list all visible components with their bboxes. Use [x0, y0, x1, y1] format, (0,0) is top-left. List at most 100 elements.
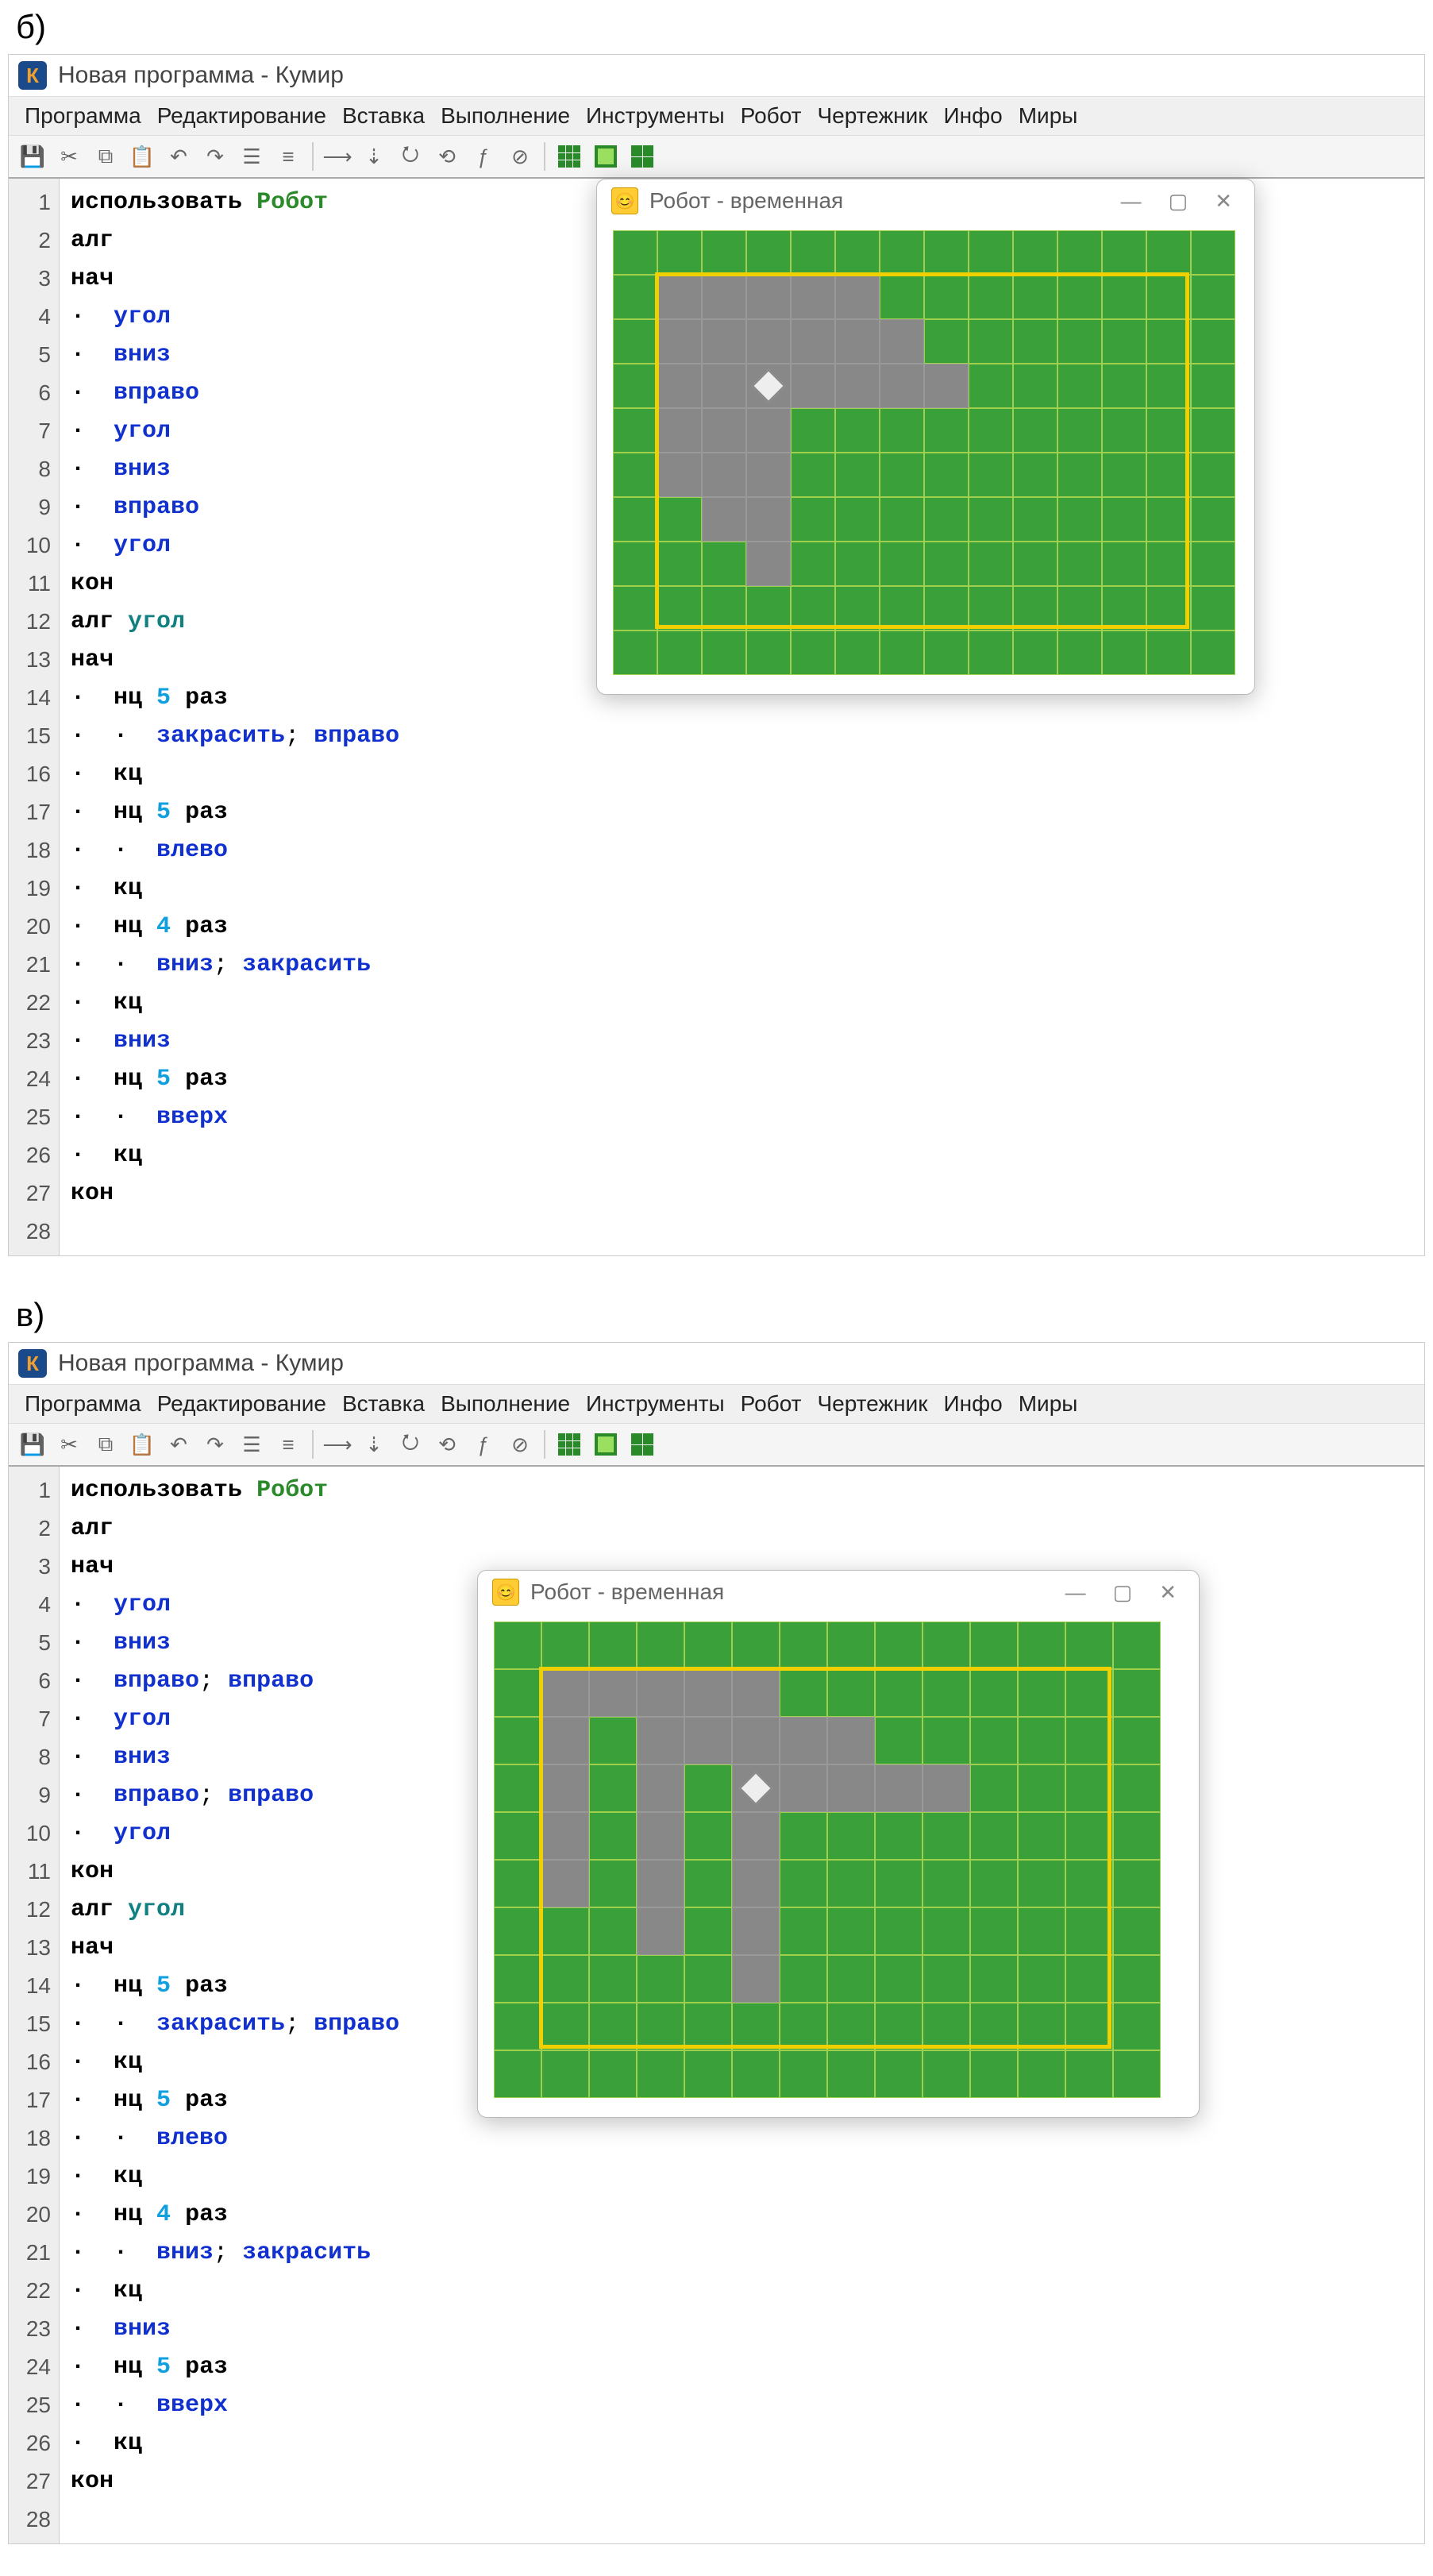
code-line[interactable]: кон: [71, 1174, 1413, 1213]
code-line[interactable]: · · закрасить; вправо: [71, 717, 1413, 755]
field-cell: [827, 1717, 875, 1764]
close-button[interactable]: ✕: [1159, 1580, 1177, 1605]
code-line[interactable]: · кц: [71, 984, 1413, 1022]
loop-icon[interactable]: ⭮: [395, 141, 426, 172]
code-line[interactable]: · · влево: [71, 2119, 1413, 2158]
save-icon[interactable]: 💾: [17, 141, 48, 172]
field-mode-3-icon[interactable]: [626, 141, 658, 172]
menu-чертежник[interactable]: Чертежник: [812, 102, 932, 130]
menu-робот[interactable]: Робот: [736, 1390, 807, 1418]
run-icon[interactable]: ⟶: [322, 141, 353, 172]
exec-icon[interactable]: ƒ: [468, 1429, 499, 1460]
menu-инструменты[interactable]: Инструменты: [581, 1390, 730, 1418]
code-line[interactable]: · кц: [71, 870, 1413, 908]
undo-icon[interactable]: ↶: [163, 1429, 195, 1460]
field-cell: [880, 364, 924, 408]
code-line[interactable]: · вниз: [71, 1022, 1413, 1060]
menu-программа[interactable]: Программа: [20, 102, 146, 130]
stop-icon[interactable]: ⊘: [504, 1429, 536, 1460]
code-line[interactable]: · вниз: [71, 2310, 1413, 2348]
menu-чертежник[interactable]: Чертежник: [812, 1390, 932, 1418]
step-icon[interactable]: ⇣: [358, 141, 390, 172]
stop-icon[interactable]: ⊘: [504, 141, 536, 172]
line-number: 20: [9, 908, 51, 946]
code-line[interactable]: · · вниз; закрасить: [71, 2234, 1413, 2272]
code-line[interactable]: · нц 4 раз: [71, 908, 1413, 946]
field-cell: [1013, 631, 1057, 675]
field-mode-3-icon[interactable]: [626, 1429, 658, 1460]
minimize-button[interactable]: —: [1121, 189, 1142, 214]
menu-инструменты[interactable]: Инструменты: [581, 102, 730, 130]
step-icon[interactable]: ⇣: [358, 1429, 390, 1460]
field-mode-2-icon[interactable]: [590, 1429, 622, 1460]
menu-робот[interactable]: Робот: [736, 102, 807, 130]
code-line[interactable]: · кц: [71, 755, 1413, 793]
field-cell: [791, 230, 835, 275]
menu-миры[interactable]: Миры: [1014, 1390, 1083, 1418]
code-line[interactable]: · нц 5 раз: [71, 2348, 1413, 2386]
robot-window-v: 😊 Робот - временная — ▢ ✕: [477, 1570, 1200, 2118]
maximize-button[interactable]: ▢: [1169, 189, 1188, 214]
save-icon[interactable]: 💾: [17, 1429, 48, 1460]
menu-программа[interactable]: Программа: [20, 1390, 146, 1418]
menu-инфо[interactable]: Инфо: [939, 102, 1007, 130]
cut-icon[interactable]: ✂: [53, 141, 85, 172]
line-gutter: 1234567891011121314151617181920212223242…: [9, 179, 60, 1255]
menu-выполнение[interactable]: Выполнение: [436, 1390, 575, 1418]
field-cell: [970, 1907, 1018, 1955]
menu-миры[interactable]: Миры: [1014, 102, 1083, 130]
code-line[interactable]: использовать Робот: [71, 1471, 1413, 1510]
copy-icon[interactable]: ⧉: [90, 1429, 121, 1460]
field-cell: [702, 631, 746, 675]
field-cell: [970, 2050, 1018, 2098]
paste-icon[interactable]: 📋: [126, 1429, 158, 1460]
code-line[interactable]: · кц: [71, 2272, 1413, 2310]
list-icon[interactable]: ☰: [236, 141, 268, 172]
field-cell: [1057, 542, 1102, 586]
menu-вставка[interactable]: Вставка: [337, 102, 430, 130]
field-cell: [1146, 453, 1191, 497]
line-number: 3: [9, 1548, 51, 1586]
field-mode-1-icon[interactable]: [553, 1429, 585, 1460]
menu-инфо[interactable]: Инфо: [939, 1390, 1007, 1418]
redo-icon[interactable]: ↷: [199, 141, 231, 172]
code-line[interactable]: · кц: [71, 2158, 1413, 2196]
exec-icon[interactable]: ƒ: [468, 141, 499, 172]
menu-редактирование[interactable]: Редактирование: [152, 1390, 331, 1418]
field-mode-1-icon[interactable]: [553, 141, 585, 172]
close-button[interactable]: ✕: [1215, 189, 1232, 214]
cut-icon[interactable]: ✂: [53, 1429, 85, 1460]
undo-icon[interactable]: ↶: [163, 141, 195, 172]
field-cell: [1018, 1812, 1065, 1860]
code-line[interactable]: · нц 5 раз: [71, 1060, 1413, 1098]
minimize-button[interactable]: —: [1065, 1580, 1086, 1605]
code-line[interactable]: · нц 5 раз: [71, 793, 1413, 831]
outdent-icon[interactable]: ≡: [272, 1429, 304, 1460]
back-icon[interactable]: ⟲: [431, 141, 463, 172]
code-line[interactable]: · кц: [71, 2424, 1413, 2462]
outdent-icon[interactable]: ≡: [272, 141, 304, 172]
field-mode-2-icon[interactable]: [590, 141, 622, 172]
code-line[interactable]: · · вверх: [71, 2386, 1413, 2424]
copy-icon[interactable]: ⧉: [90, 141, 121, 172]
field-cell: [875, 1622, 923, 1669]
code-line[interactable]: · · вверх: [71, 1098, 1413, 1136]
field-cell: [791, 586, 835, 631]
code-line[interactable]: · · влево: [71, 831, 1413, 870]
list-icon[interactable]: ☰: [236, 1429, 268, 1460]
back-icon[interactable]: ⟲: [431, 1429, 463, 1460]
maximize-button[interactable]: ▢: [1113, 1580, 1133, 1605]
code-line[interactable]: · · вниз; закрасить: [71, 946, 1413, 984]
loop-icon[interactable]: ⭮: [395, 1429, 426, 1460]
paste-icon[interactable]: 📋: [126, 141, 158, 172]
redo-icon[interactable]: ↷: [199, 1429, 231, 1460]
menu-вставка[interactable]: Вставка: [337, 1390, 430, 1418]
run-icon[interactable]: ⟶: [322, 1429, 353, 1460]
code-line[interactable]: алг: [71, 1510, 1413, 1548]
code-line[interactable]: · нц 4 раз: [71, 2196, 1413, 2234]
menu-выполнение[interactable]: Выполнение: [436, 102, 575, 130]
menu-редактирование[interactable]: Редактирование: [152, 102, 331, 130]
field-cell: [702, 319, 746, 364]
code-line[interactable]: · кц: [71, 1136, 1413, 1174]
code-line[interactable]: кон: [71, 2462, 1413, 2501]
